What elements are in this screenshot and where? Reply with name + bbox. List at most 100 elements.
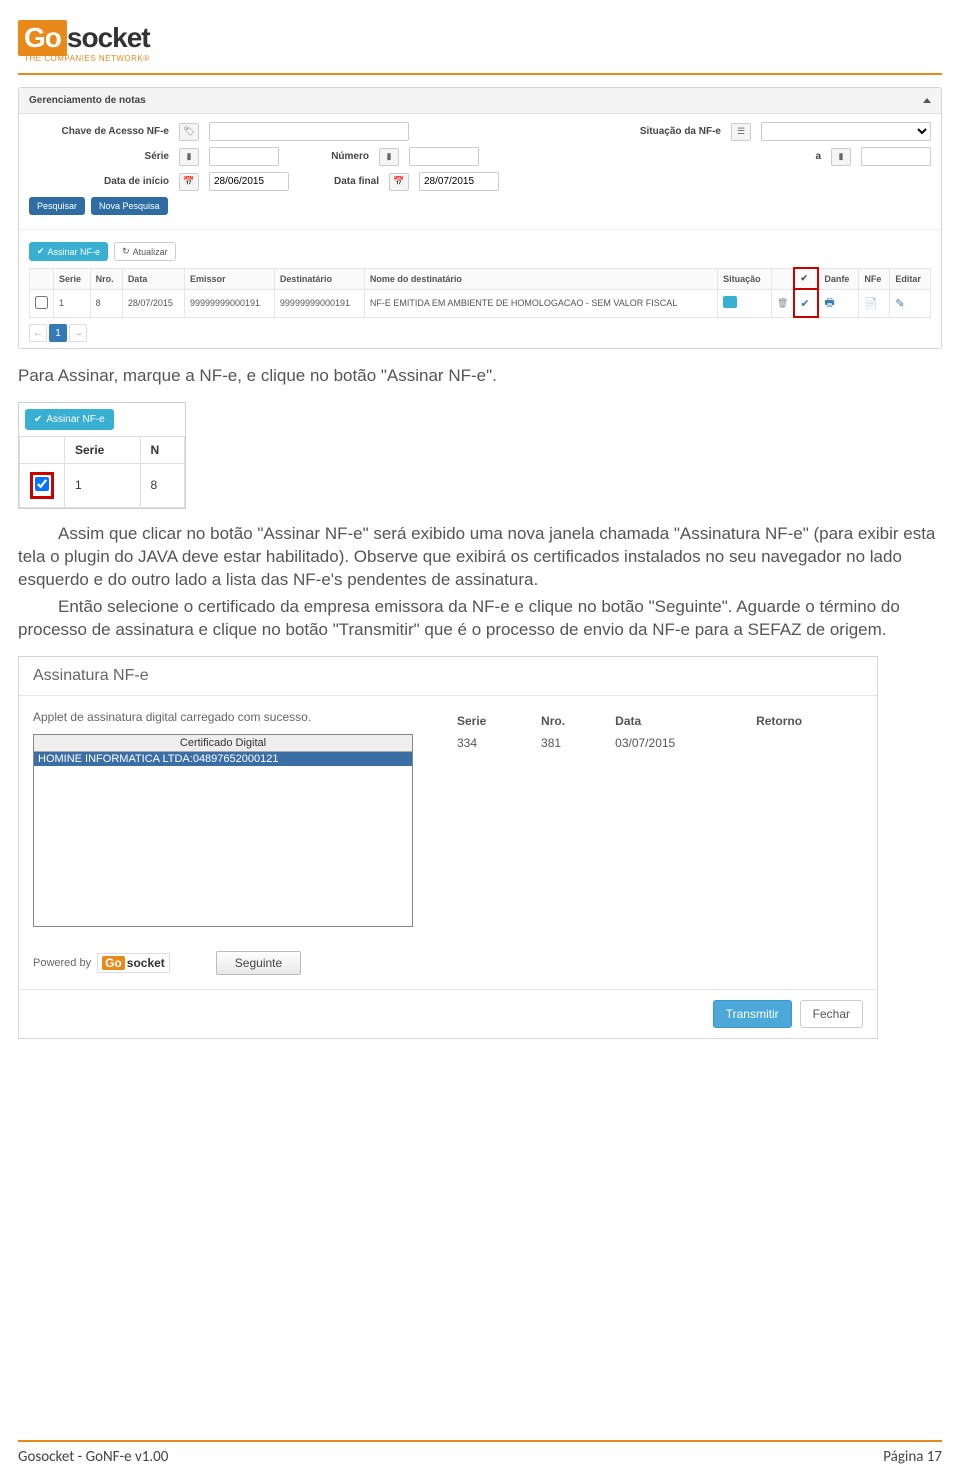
fechar-button[interactable]: Fechar [800,1000,863,1028]
col-nro[interactable]: Nro. [90,268,122,289]
logo-socket: socket [67,22,150,54]
tag-icon: 🏷 [179,123,199,141]
certificate-list[interactable]: Certificado Digital HOMINE INFORMATICA L… [33,734,413,927]
cell-dest: 99999999000191 [274,289,364,317]
logo-subtitle: THE COMPANIES NETWORK® [18,54,150,63]
col-danfe[interactable]: Danfe [818,268,859,289]
dlg-cell-retorno [748,732,863,754]
nfe-grid: Serie Nro. Data Emissor Destinatário Nom… [29,267,931,318]
mini-logo-socket: socket [127,956,165,970]
grid-header-row: Serie Nro. Data Emissor Destinatário Nom… [30,268,931,289]
list-icon: ☰ [731,123,751,141]
delete-icon[interactable]: 🗑 [777,298,788,308]
header-divider [18,73,942,75]
cell-serie: 1 [54,289,91,317]
col-nome-dest[interactable]: Nome do destinatário [364,268,717,289]
atualizar-button[interactable]: Atualizar [114,242,176,261]
col-editar[interactable]: Editar [890,268,931,289]
serie-input[interactable] [209,147,279,166]
calendar-icon-2[interactable]: 📅 [389,173,409,191]
edit-icon[interactable]: ✎ [895,298,904,310]
mini-n: 8 [140,463,185,507]
col-serie[interactable]: Serie [54,268,91,289]
dlg-cell-nro: 381 [533,732,607,754]
notes-management-panel: Gerenciamento de notas Chave de Acesso N… [18,87,942,349]
logo-go: Go [18,20,67,56]
col-check[interactable]: ✔ [794,268,818,289]
col-nfe[interactable]: NFe [859,268,890,289]
mini-assinar-button[interactable]: ✔Assinar NF-e [25,409,114,430]
data-inicio-input[interactable] [209,172,289,191]
cell-emissor: 99999999000191 [184,289,274,317]
nfe-file-icon[interactable]: 📄 [864,298,878,310]
chave-input[interactable] [209,122,409,141]
mini-logo-go: Go [102,956,125,970]
paragraph-java-plugin: Assim que clicar no botão "Assinar NF-e"… [18,523,942,592]
cert-list-header: Certificado Digital [34,735,412,752]
applet-status: Applet de assinatura digital carregado c… [33,710,433,724]
row-checkbox[interactable] [35,296,48,309]
dlg-cell-data: 03/07/2015 [607,732,748,754]
data-final-input[interactable] [419,172,499,191]
powered-logo: Go socket [97,953,170,973]
mini-col-serie: Serie [65,436,141,463]
dlg-col-nro: Nro. [533,710,607,732]
pending-nfe-table: Serie Nro. Data Retorno 334 381 03/07/20… [449,710,863,754]
label-serie: Série [29,151,169,162]
footer-left: Gosocket - GoNF-e v1.00 [18,1448,168,1466]
status-icon [723,296,737,308]
mini-serie: 1 [65,463,141,507]
bar-icon-3: ▮ [831,148,851,166]
label-numero: Número [289,151,369,162]
pager-page-1[interactable]: 1 [49,324,67,342]
transmitir-button[interactable]: Transmitir [713,1000,792,1028]
mini-checkbox[interactable] [35,477,49,491]
col-situacao[interactable]: Situação [718,268,772,289]
calendar-icon[interactable]: 📅 [179,173,199,191]
situacao-select[interactable] [761,122,931,141]
bar-icon: ▮ [179,148,199,166]
numero-from-input[interactable] [409,147,479,166]
pesquisar-button[interactable]: Pesquisar [29,197,85,215]
nova-pesquisa-button[interactable]: Nova Pesquisa [91,197,168,215]
label-chave: Chave de Acesso NF-e [29,126,169,137]
panel-header[interactable]: Gerenciamento de notas [19,88,941,114]
mini-row: 1 8 [20,463,185,507]
assinar-nfe-button[interactable]: ✔Assinar NF-e [29,242,108,261]
label-data-inicio: Data de início [29,176,169,187]
dlg-col-retorno: Retorno [748,710,863,732]
cell-nome: NF-E EMITIDA EM AMBIENTE DE HOMOLOGACAO … [364,289,717,317]
footer-right: Página 17 [883,1448,942,1466]
bar-icon-2: ▮ [379,148,399,166]
brand-header: Go socket THE COMPANIES NETWORK® [18,20,942,75]
powered-by-label: Powered by [33,957,91,969]
table-row[interactable]: 1 8 28/07/2015 99999999000191 9999999900… [30,289,931,317]
danfe-icon[interactable]: 🖶 [824,297,834,309]
cell-nro: 8 [90,289,122,317]
footer-divider [18,1440,942,1442]
cert-item-selected[interactable]: HOMINE INFORMATICA LTDA:04897652000121 [34,752,412,766]
panel-title: Gerenciamento de notas [29,95,146,106]
dlg-col-data: Data [607,710,748,732]
col-data[interactable]: Data [122,268,184,289]
sign-icon[interactable]: ✔ [800,298,809,310]
dlg-row: 334 381 03/07/2015 [449,732,863,754]
pager: ← 1 → [29,324,931,342]
assinatura-dialog: Assinatura NF-e Applet de assinatura dig… [18,656,878,1039]
mini-checkbox-highlight [30,472,54,499]
numero-to-input[interactable] [861,147,931,166]
collapse-icon[interactable] [923,98,931,103]
col-destinatario[interactable]: Destinatário [274,268,364,289]
pager-next[interactable]: → [69,324,87,342]
dialog-title: Assinatura NF-e [19,657,877,695]
page-footer: Gosocket - GoNF-e v1.00 Página 17 [18,1440,942,1466]
col-emissor[interactable]: Emissor [184,268,274,289]
paragraph-assinar-instruction: Para Assinar, marque a NF-e, e clique no… [18,365,942,388]
assinar-mini-shot: ✔Assinar NF-e Serie N 1 8 [18,402,186,509]
cell-data: 28/07/2015 [122,289,184,317]
paragraph-seguinte: Então selecione o certificado da empresa… [18,596,942,642]
dlg-col-serie: Serie [449,710,533,732]
pager-prev[interactable]: ← [29,324,47,342]
label-a: a [711,151,821,162]
seguinte-button[interactable]: Seguinte [216,951,301,975]
